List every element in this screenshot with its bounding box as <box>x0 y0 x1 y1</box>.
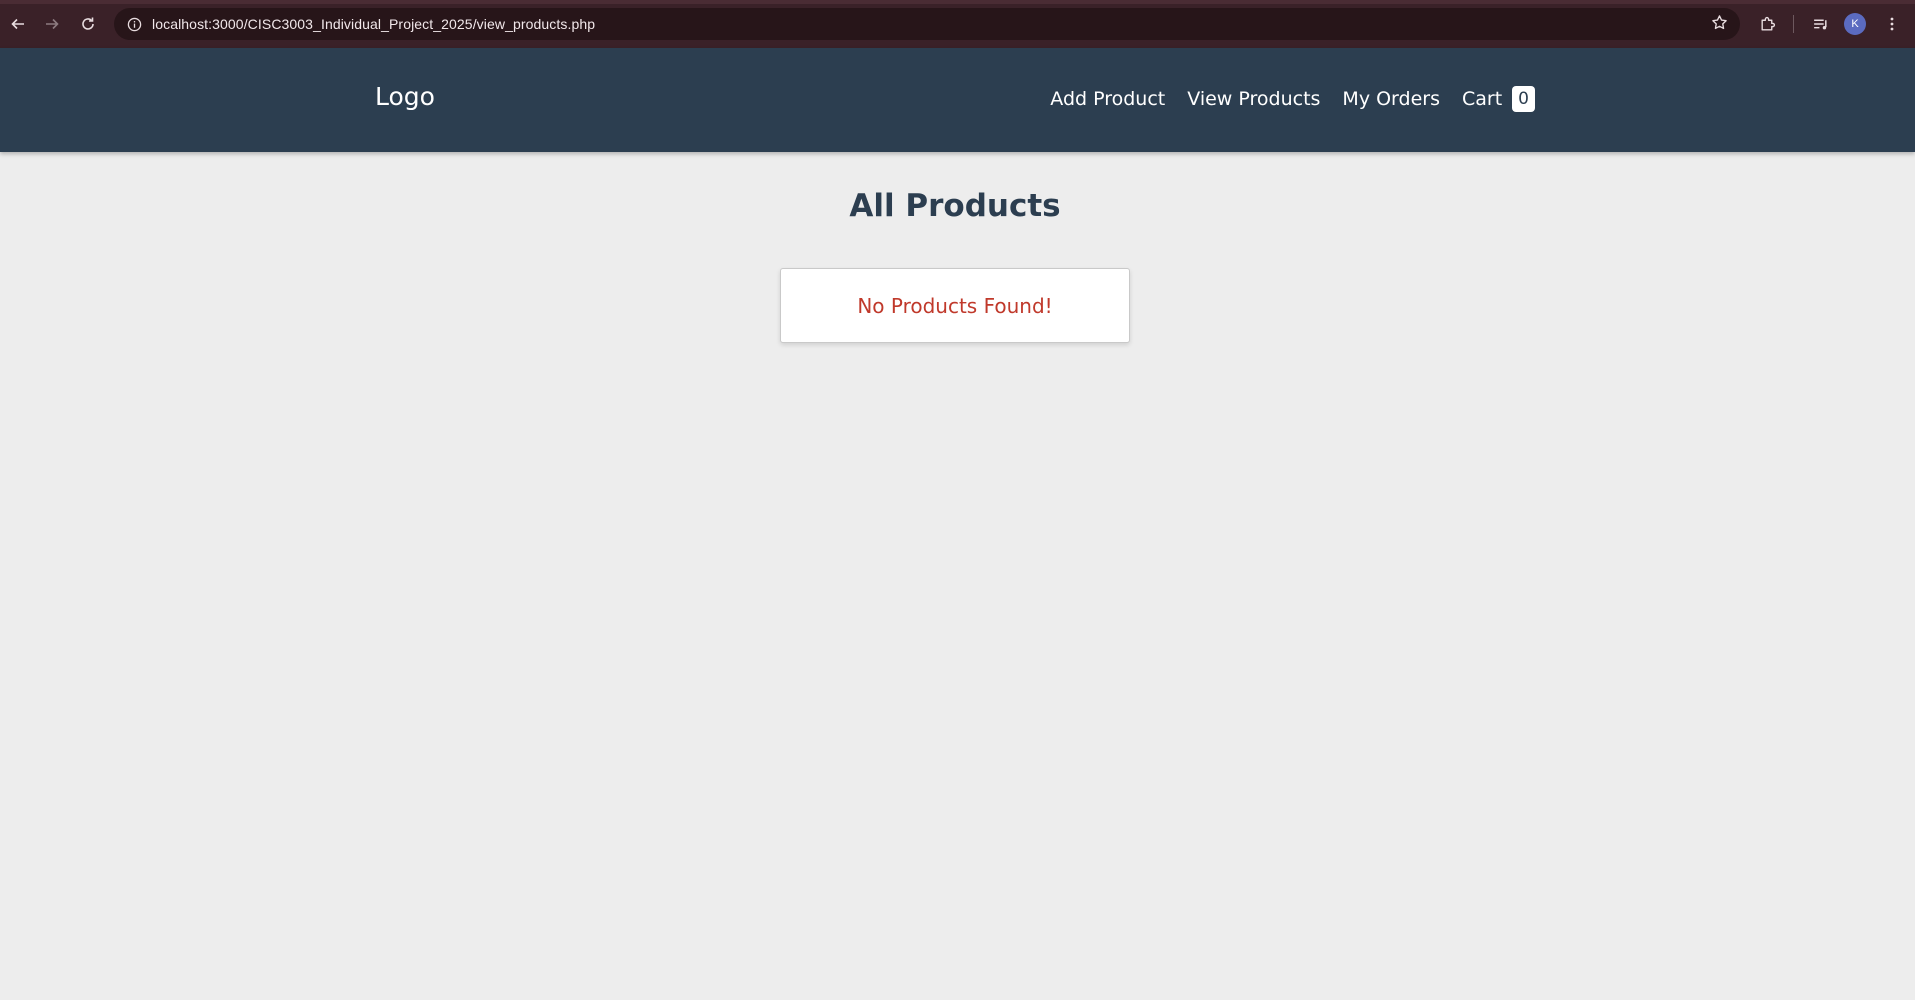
star-icon[interactable] <box>1711 14 1728 35</box>
cart-count-badge: 0 <box>1512 86 1535 112</box>
forward-button[interactable] <box>34 6 70 42</box>
profile-avatar[interactable]: K <box>1844 13 1866 35</box>
nav-my-orders[interactable]: My Orders <box>1342 88 1440 110</box>
back-button[interactable] <box>0 6 36 42</box>
address-bar[interactable]: localhost:3000/CISC3003_Individual_Proje… <box>114 8 1740 40</box>
nav-view-products[interactable]: View Products <box>1187 88 1320 110</box>
arrow-right-icon <box>46 18 59 30</box>
nav-cart[interactable]: Cart 0 <box>1462 86 1535 112</box>
empty-state-message: No Products Found! <box>857 293 1053 318</box>
page-title: All Products <box>849 188 1061 224</box>
media-control-icon[interactable] <box>1808 12 1832 36</box>
empty-state-card: No Products Found! <box>780 268 1130 343</box>
nav-add-product[interactable]: Add Product <box>1050 88 1165 110</box>
site-header: Logo Add Product View Products My Orders… <box>0 48 1915 152</box>
puzzle-icon[interactable] <box>1755 12 1779 36</box>
tab-strip-edge <box>0 0 1915 4</box>
main-nav: Add Product View Products My Orders Cart… <box>1028 86 1535 112</box>
arrow-left-icon <box>11 18 24 30</box>
kebab-menu-icon[interactable] <box>1880 12 1904 36</box>
info-icon[interactable] <box>124 14 144 34</box>
reload-button[interactable] <box>70 6 106 42</box>
address-url[interactable]: localhost:3000/CISC3003_Individual_Proje… <box>152 16 595 32</box>
reload-icon <box>82 17 94 30</box>
cart-label: Cart <box>1462 88 1503 110</box>
browser-toolbar: localhost:3000/CISC3003_Individual_Proje… <box>0 0 1915 48</box>
toolbar-divider <box>1793 15 1794 33</box>
site-logo[interactable]: Logo <box>375 82 435 111</box>
